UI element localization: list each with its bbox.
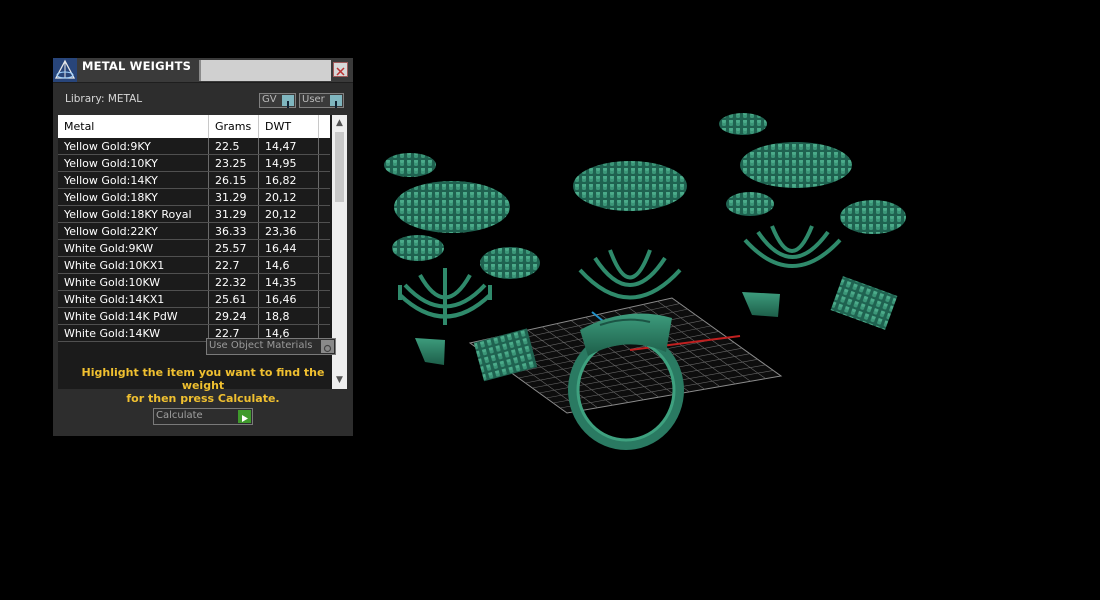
tree-cluster-top-center: [573, 161, 687, 211]
cell-grams: 22.7: [208, 257, 258, 273]
cell-grams: 22.5: [208, 138, 258, 154]
cell-extra: [318, 206, 330, 222]
instruction-line-1: Highlight the item you want to find the …: [81, 366, 325, 392]
3d-viewport[interactable]: METAL WEIGHTS Library: METAL GV User Met…: [0, 0, 1100, 600]
pyramid-logo-icon: [53, 58, 77, 82]
cell-dwt: 16,46: [258, 291, 318, 307]
dialog-title: METAL WEIGHTS: [82, 59, 192, 73]
cell-grams: 31.29: [208, 189, 258, 205]
gv-button-label: GV: [262, 94, 277, 105]
play-icon: [238, 410, 251, 423]
cell-dwt: 23,36: [258, 223, 318, 239]
use-object-materials-toggle[interactable]: Use Object Materials: [206, 338, 336, 355]
cell-metal: White Gold:14K PdW: [64, 310, 178, 323]
cell-grams: 25.57: [208, 240, 258, 256]
cell-metal: White Gold:10KW: [64, 276, 161, 289]
table-row[interactable]: White Gold:10KX1 22.7 14,6: [58, 257, 330, 274]
cell-dwt: 14,35: [258, 274, 318, 290]
cell-extra: [318, 138, 330, 154]
cell-extra: [318, 223, 330, 239]
table-row[interactable]: Yellow Gold:18KY 31.29 20,12: [58, 189, 330, 206]
cell-dwt: 18,8: [258, 308, 318, 324]
cell-metal: Yellow Gold:14KY: [64, 174, 158, 187]
cell-grams: 31.29: [208, 206, 258, 222]
tree-cluster-top-left: [384, 153, 540, 279]
chevron-up-icon[interactable]: ▲: [332, 117, 347, 130]
cell-dwt: 20,12: [258, 189, 318, 205]
table-row[interactable]: White Gold:14KX1 25.61 16,46: [58, 291, 330, 308]
cell-grams: 29.24: [208, 308, 258, 324]
table-row[interactable]: Yellow Gold:22KY 36.33 23,36: [58, 223, 330, 240]
table-row[interactable]: Yellow Gold:14KY 26.15 16,82: [58, 172, 330, 189]
calculate-button[interactable]: Calculate: [153, 408, 253, 425]
table-row[interactable]: Yellow Gold:10KY 23.25 14,95: [58, 155, 330, 172]
toggle-knob-icon: [321, 340, 334, 353]
cell-extra: [318, 274, 330, 290]
user-button[interactable]: User: [299, 93, 344, 108]
cell-metal: White Gold:14KW: [64, 327, 161, 340]
cell-metal: White Gold:9KW: [64, 242, 154, 255]
dialog-titlebar[interactable]: METAL WEIGHTS: [53, 58, 353, 83]
cell-dwt: 20,12: [258, 206, 318, 222]
calculate-label: Calculate: [156, 410, 203, 421]
column-header-dwt[interactable]: DWT: [258, 115, 318, 138]
info-icon: [330, 95, 342, 108]
table-row[interactable]: Yellow Gold:9KY 22.5 14,47: [58, 138, 330, 155]
cell-metal: Yellow Gold:18KY Royal: [64, 208, 192, 221]
cell-metal: Yellow Gold:22KY: [64, 225, 158, 238]
cell-extra: [318, 172, 330, 188]
column-header-metal[interactable]: Metal: [58, 115, 208, 138]
scroll-thumb[interactable]: [335, 132, 344, 202]
column-header-extra[interactable]: [318, 115, 330, 138]
cell-metal: White Gold:10KX1: [64, 259, 165, 272]
close-icon: [336, 67, 345, 76]
cell-metal: Yellow Gold:9KY: [64, 140, 151, 153]
cell-dwt: 16,44: [258, 240, 318, 256]
basket-setting-right: [743, 225, 842, 268]
table-header: Metal Grams DWT: [58, 115, 330, 138]
cell-dwt: 16,82: [258, 172, 318, 188]
cell-metal: Yellow Gold:10KY: [64, 157, 158, 170]
cell-extra: [318, 189, 330, 205]
cell-grams: 22.32: [208, 274, 258, 290]
metal-weights-dialog: METAL WEIGHTS Library: METAL GV User Met…: [53, 58, 353, 436]
table-row[interactable]: Yellow Gold:18KY Royal 31.29 20,12: [58, 206, 330, 223]
column-header-grams[interactable]: Grams: [208, 115, 258, 138]
cell-dwt: 14,47: [258, 138, 318, 154]
cell-grams: 26.15: [208, 172, 258, 188]
table-row[interactable]: White Gold:10KW 22.32 14,35: [58, 274, 330, 291]
basket-setting-center: [578, 249, 682, 300]
user-button-label: User: [302, 94, 325, 105]
cell-metal: Yellow Gold:18KY: [64, 191, 158, 204]
info-icon: [282, 95, 294, 108]
cell-dwt: 14,6: [258, 257, 318, 273]
gv-button[interactable]: GV: [259, 93, 296, 108]
titlebar-tab: [199, 60, 331, 81]
tree-cluster-top-right: [719, 113, 906, 234]
basket-setting-left: [398, 268, 492, 325]
close-button[interactable]: [333, 62, 348, 77]
cell-extra: [318, 291, 330, 307]
table-row[interactable]: White Gold:14K PdW 29.24 18,8: [58, 308, 330, 325]
cell-dwt: 14,95: [258, 155, 318, 171]
cell-grams: 25.61: [208, 291, 258, 307]
cell-metal: White Gold:14KX1: [64, 293, 165, 306]
cell-extra: [318, 257, 330, 273]
cell-grams: 36.33: [208, 223, 258, 239]
library-label: Library: METAL: [65, 93, 143, 105]
table-row[interactable]: White Gold:9KW 25.57 16,44: [58, 240, 330, 257]
cell-extra: [318, 240, 330, 256]
cell-extra: [318, 155, 330, 171]
instruction-text: Highlight the item you want to find the …: [67, 366, 339, 405]
cell-extra: [318, 308, 330, 324]
instruction-line-2: for then press Calculate.: [126, 392, 280, 405]
use-object-materials-label: Use Object Materials: [209, 340, 313, 351]
cell-grams: 23.25: [208, 155, 258, 171]
